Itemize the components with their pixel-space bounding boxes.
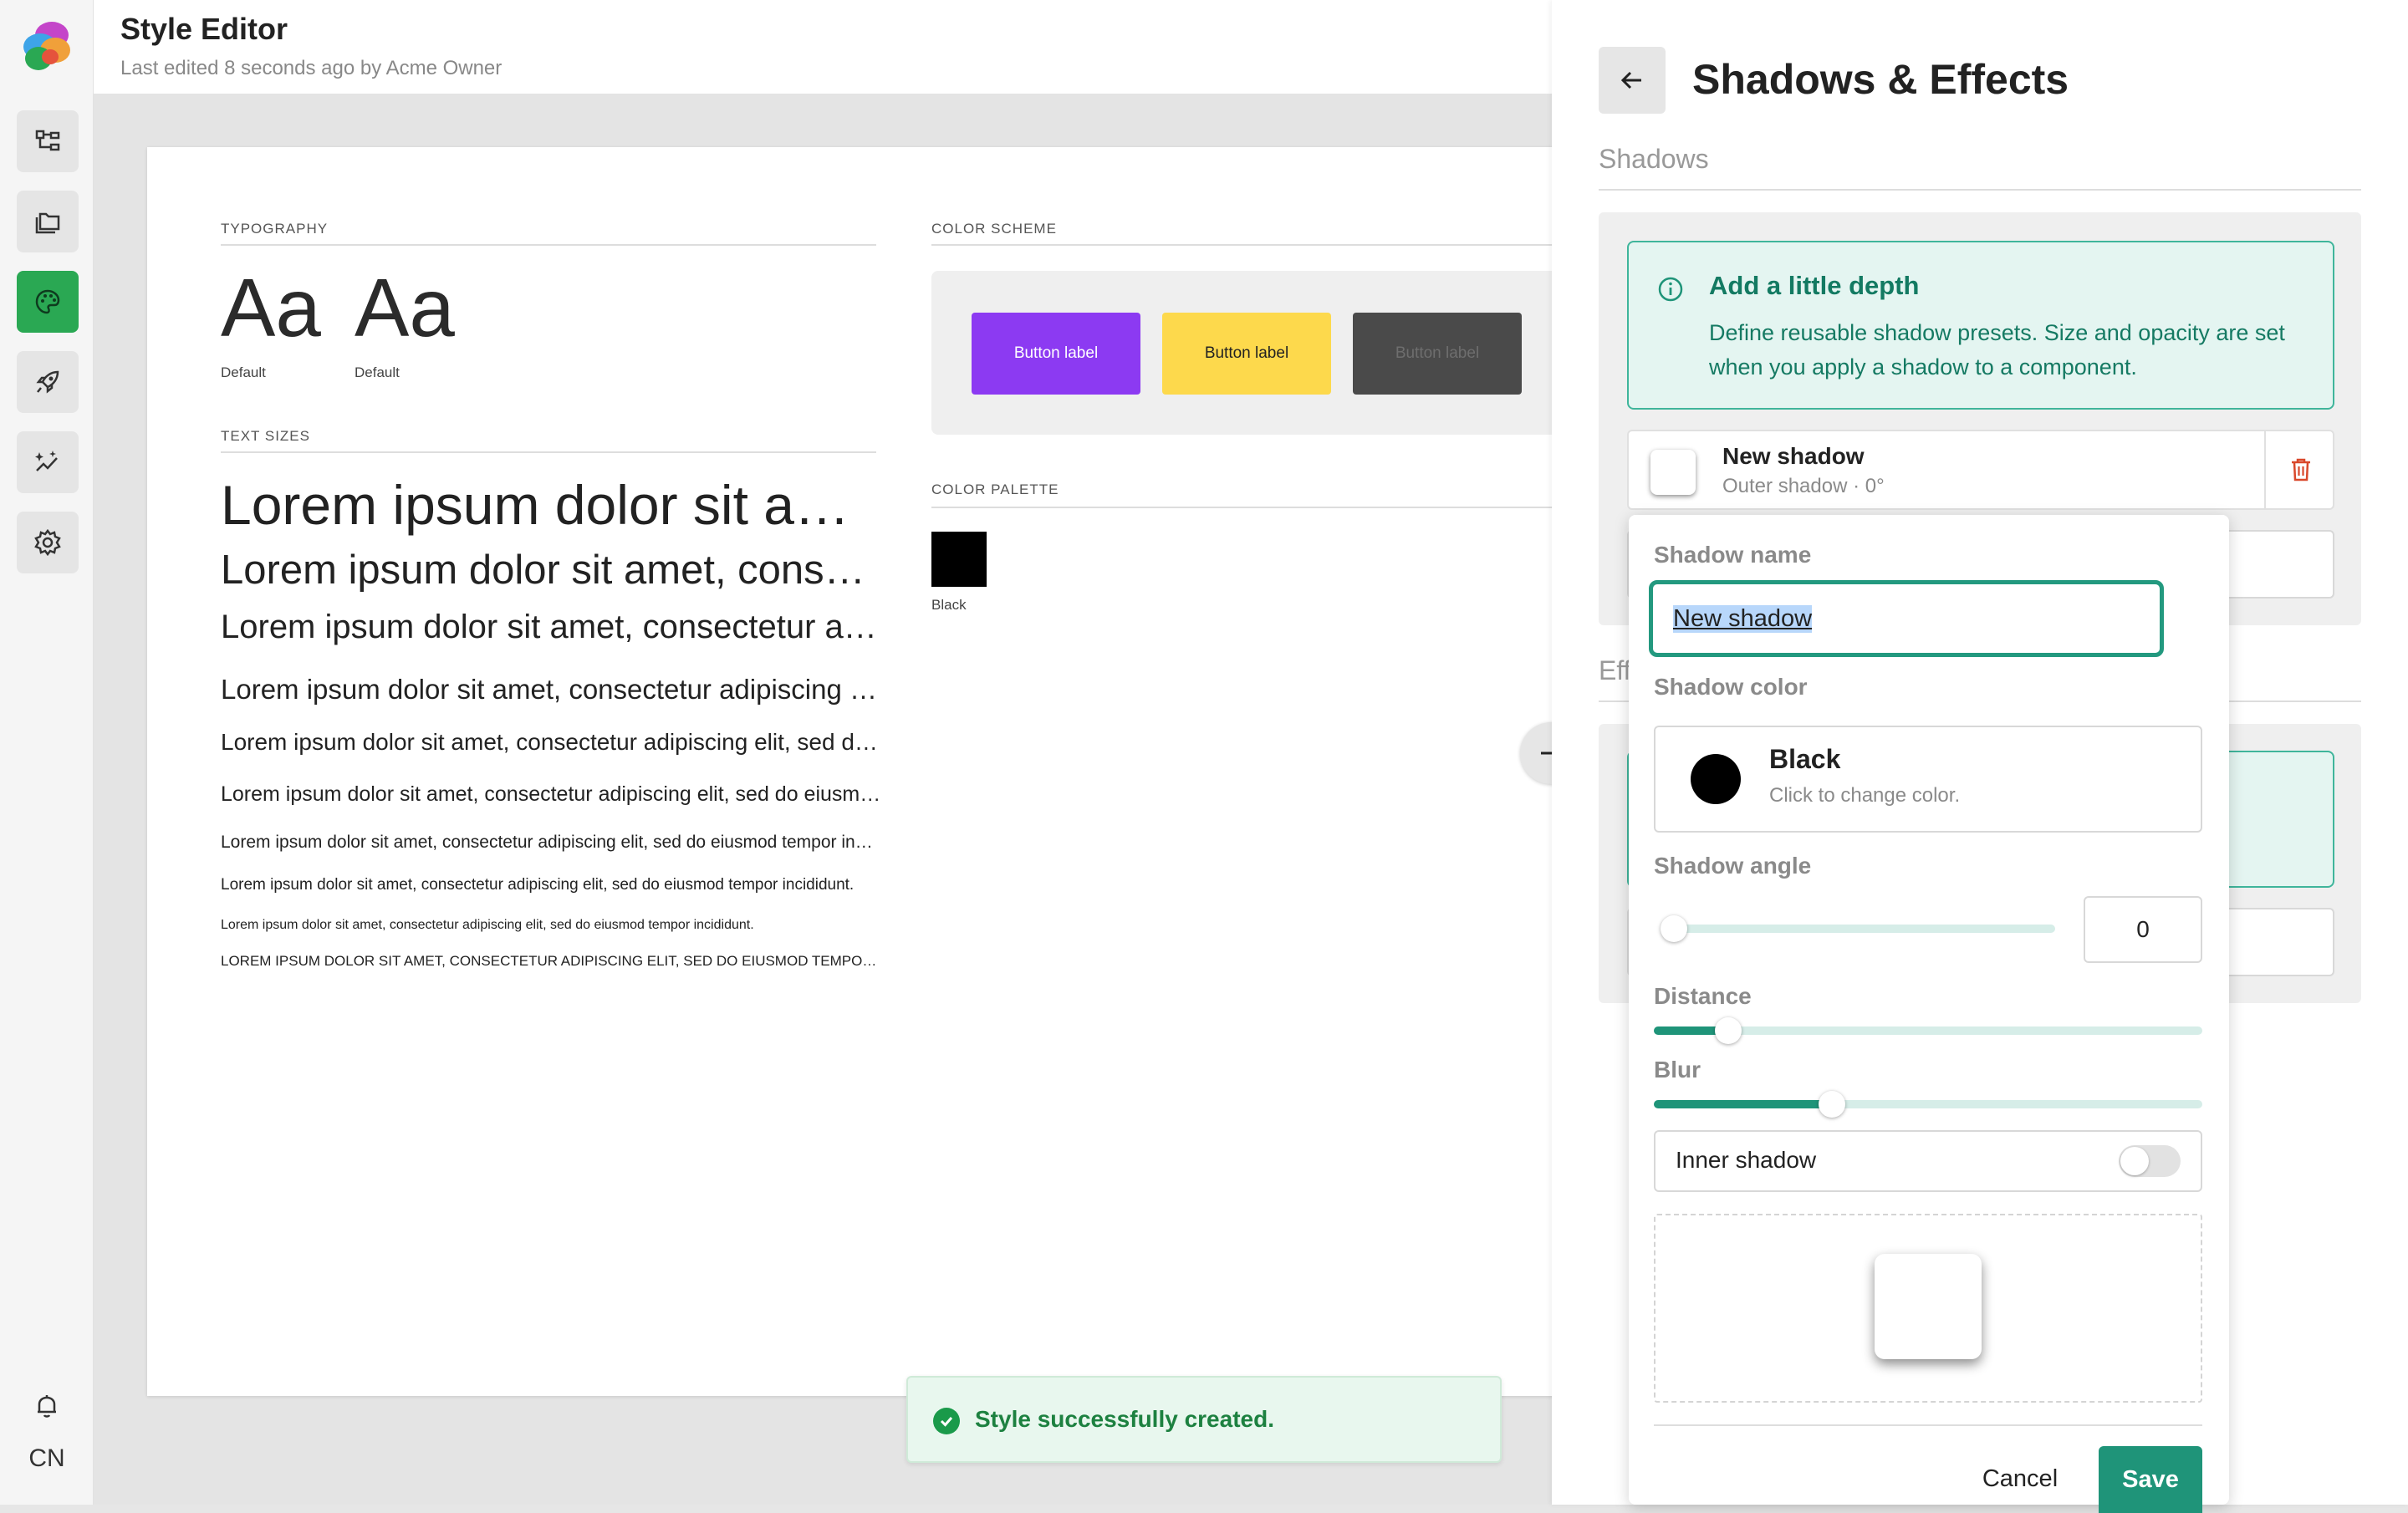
shadow-color-picker[interactable]: Black Click to change color.	[1654, 726, 2202, 833]
distance-slider[interactable]	[1654, 1017, 2202, 1044]
shadow-editor-popover: Shadow name New shadow Shadow color Blac…	[1629, 515, 2229, 1513]
shadow-angle-label: Shadow angle	[1654, 853, 1812, 879]
divider	[2264, 431, 2266, 508]
info-title: Add a little depth	[1709, 271, 1920, 300]
gear-icon	[34, 528, 61, 557]
shadow-list-item[interactable]: New shadow Outer shadow · 0°	[1627, 430, 2334, 510]
divider	[931, 507, 1552, 508]
text-sizes-label: TEXT SIZES	[221, 428, 310, 444]
palette-swatch-label: Black	[931, 597, 967, 613]
text-size-sample[interactable]: Lorem ipsum dolor sit amet, consectetur …	[221, 609, 881, 646]
last-edited-text: Last edited 8 seconds ago by Acme Owner	[120, 57, 503, 79]
font-sample-caption: Default	[221, 364, 266, 380]
color-hint: Click to change color.	[1769, 784, 1961, 807]
text-size-sample[interactable]: Lorem ipsum dolor sit amet, consectetur …	[221, 674, 881, 706]
shadow-item-meta: Outer shadow · 0°	[1722, 475, 1885, 497]
back-button[interactable]	[1599, 47, 1666, 114]
rocket-icon	[36, 370, 59, 394]
shadow-item-name: New shadow	[1722, 443, 1865, 469]
palette-icon	[35, 289, 60, 314]
sparkle-chart-icon	[35, 451, 58, 471]
bell-icon	[38, 1395, 56, 1418]
save-button[interactable]: Save	[2099, 1446, 2202, 1513]
toggle-knob	[2120, 1147, 2149, 1175]
inner-shadow-label: Inner shadow	[1676, 1147, 1817, 1173]
shadow-angle-slider[interactable]	[1661, 915, 2055, 942]
slider-thumb[interactable]	[1819, 1091, 1846, 1118]
slider-fill	[1654, 1100, 1824, 1108]
divider	[221, 244, 876, 246]
text-size-sample[interactable]: Lorem ipsum dolor sit amet, consectetur …	[221, 918, 881, 933]
nav-settings-button[interactable]	[17, 512, 79, 573]
folders-icon	[35, 212, 60, 234]
success-toast: Style successfully created.	[906, 1376, 1502, 1463]
page-title: Style Editor	[120, 12, 288, 46]
text-size-sample[interactable]: Lorem ipsum dolor sit amet, consectetur …	[221, 876, 881, 894]
typography-label: TYPOGRAPHY	[221, 221, 329, 237]
slider-thumb[interactable]	[1714, 1017, 1742, 1044]
sitemap-icon	[35, 130, 60, 151]
shadow-angle-input[interactable]: 0	[2084, 896, 2202, 963]
nav-styles-button[interactable]	[17, 271, 79, 333]
shadow-thumbnail	[1650, 450, 1696, 495]
slider-fill	[1654, 1026, 1720, 1035]
shadow-name-label: Shadow name	[1654, 542, 1812, 568]
notifications-bell[interactable]	[32, 1391, 62, 1421]
divider	[931, 244, 1569, 246]
shadows-section-title: Shadows	[1599, 144, 1709, 174]
nav-publish-button[interactable]	[17, 351, 79, 413]
text-size-sample[interactable]: Lorem ipsum dolor sit amet, consectetur …	[221, 833, 881, 853]
info-icon	[1657, 276, 1684, 303]
header: Style Editor Last edited 8 seconds ago b…	[94, 0, 1552, 94]
blur-slider[interactable]	[1654, 1091, 2202, 1118]
user-avatar[interactable]: CN	[17, 1444, 77, 1478]
shadow-name-input[interactable]: New shadow	[1649, 580, 2164, 657]
color-scheme-label: COLOR SCHEME	[931, 221, 1057, 237]
color-swatch	[1691, 754, 1741, 804]
shadow-name-value: New shadow	[1673, 604, 1813, 633]
scheme-button-primary[interactable]: Button label	[972, 313, 1140, 395]
distance-label: Distance	[1654, 983, 1752, 1009]
panel-title: Shadows & Effects	[1692, 56, 2069, 103]
nav-hierarchy-button[interactable]	[17, 110, 79, 172]
effects-section-title: Eff	[1599, 655, 1631, 685]
font-sample[interactable]: Aa	[355, 261, 455, 355]
scheme-button-dark[interactable]: Button label	[1353, 313, 1522, 395]
trash-icon	[2292, 458, 2310, 481]
color-name: Black	[1769, 744, 1841, 774]
shadow-preview-box	[1875, 1254, 1982, 1359]
color-palette-label: COLOR PALETTE	[931, 481, 1059, 497]
shadow-color-label: Shadow color	[1654, 674, 1808, 700]
delete-shadow-button[interactable]	[2283, 451, 2319, 488]
palette-swatch-black[interactable]	[931, 532, 987, 587]
blur-label: Blur	[1654, 1057, 1701, 1083]
inner-shadow-toggle[interactable]	[2119, 1145, 2181, 1177]
font-sample[interactable]: Aa	[221, 261, 321, 355]
color-scheme-preview: Button label Button label Button label	[931, 271, 1584, 435]
nav-analytics-button[interactable]	[17, 431, 79, 493]
divider	[1654, 1424, 2202, 1426]
font-sample-caption: Default	[355, 364, 400, 380]
app-logo[interactable]	[18, 18, 75, 74]
text-size-sample[interactable]: Lorem ipsum dolor sit amet, consectetur …	[221, 782, 881, 807]
arrow-left-icon	[1620, 71, 1641, 89]
text-size-sample[interactable]: Lorem ipsum dolor sit amet, consectetur …	[221, 729, 881, 756]
shadow-preview-area	[1654, 1214, 2202, 1403]
divider	[221, 451, 876, 453]
text-size-sample[interactable]: LOREM IPSUM DOLOR SIT AMET, CONSECTETUR …	[221, 953, 881, 970]
text-size-sample[interactable]: Lorem ipsum dolor sit amet, consectetur …	[221, 547, 881, 593]
cancel-button[interactable]: Cancel	[1973, 1449, 2067, 1508]
divider	[1599, 189, 2361, 191]
inner-shadow-row: Inner shadow	[1654, 1130, 2202, 1192]
nav-files-button[interactable]	[17, 191, 79, 252]
check-circle-icon	[933, 1408, 960, 1434]
scheme-button-secondary[interactable]: Button label	[1162, 313, 1331, 395]
slider-thumb[interactable]	[1661, 915, 1687, 942]
toast-message: Style successfully created.	[975, 1406, 1274, 1432]
info-body: Define reusable shadow presets. Size and…	[1709, 320, 2285, 380]
left-nav-rail: CN	[0, 0, 94, 1505]
text-size-sample[interactable]: Lorem ipsum dolor sit amet, consectetur …	[221, 473, 881, 537]
info-callout: Add a little depth Define reusable shado…	[1627, 241, 2334, 410]
